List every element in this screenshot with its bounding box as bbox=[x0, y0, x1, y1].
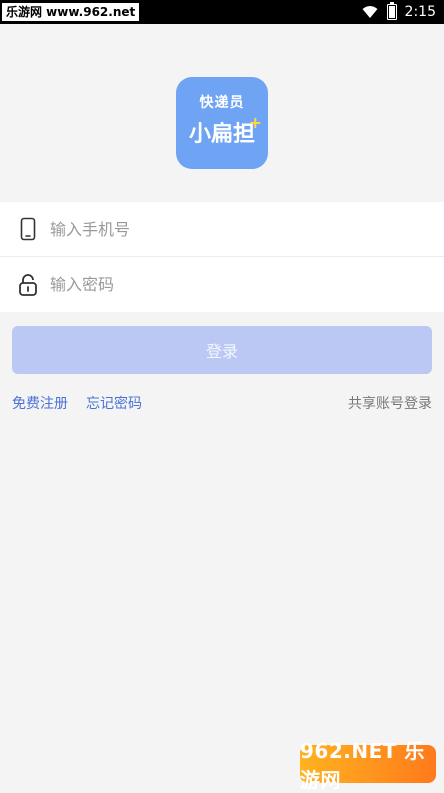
watermark-label: 乐游网 www.962.net bbox=[2, 3, 139, 21]
lock-icon bbox=[18, 272, 38, 298]
password-row[interactable] bbox=[0, 257, 444, 312]
auth-links: 免费注册 忘记密码 共享账号登录 bbox=[12, 393, 432, 413]
login-button[interactable]: 登录 bbox=[12, 326, 432, 374]
phone-icon bbox=[18, 216, 38, 242]
status-icons: 2:15 bbox=[361, 0, 436, 24]
app-logo: 快递员 小扁担 + bbox=[176, 77, 268, 169]
password-input[interactable] bbox=[50, 275, 380, 294]
phone-row[interactable] bbox=[0, 202, 444, 257]
logo-plus-icon: + bbox=[249, 113, 262, 132]
logo-line2: 小扁担 bbox=[189, 116, 255, 148]
battery-icon bbox=[387, 4, 397, 20]
watermark-bottom: 962.NET 乐游网 bbox=[300, 745, 436, 783]
shared-account-login-link[interactable]: 共享账号登录 bbox=[348, 393, 432, 413]
register-link[interactable]: 免费注册 bbox=[12, 393, 68, 413]
wifi-icon bbox=[361, 4, 379, 20]
login-form bbox=[0, 202, 444, 312]
phone-input[interactable] bbox=[50, 220, 380, 239]
clock: 2:15 bbox=[405, 4, 436, 20]
status-bar: 乐游网 www.962.net 2:15 bbox=[0, 0, 444, 24]
logo-line1: 快递员 bbox=[200, 92, 245, 112]
forgot-password-link[interactable]: 忘记密码 bbox=[86, 393, 142, 413]
